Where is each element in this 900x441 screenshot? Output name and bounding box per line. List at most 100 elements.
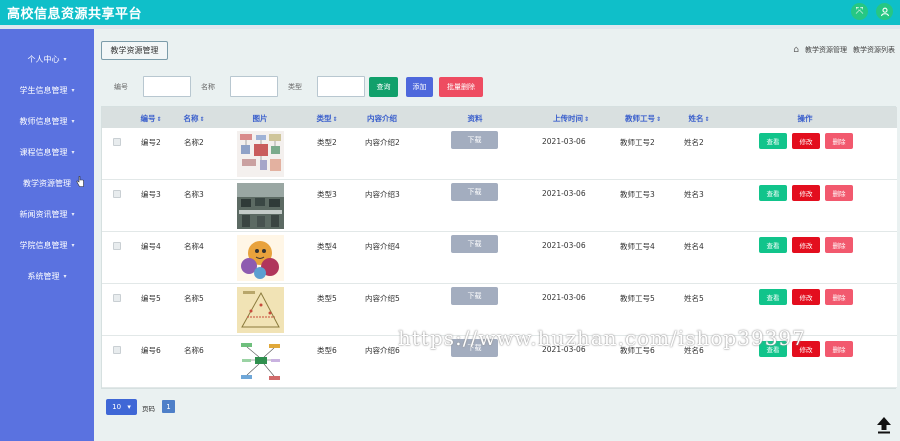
view-button[interactable]: 查看 — [759, 289, 787, 305]
resource-thumbnail[interactable] — [237, 235, 284, 281]
header-upload-time[interactable]: 上传时间⇕ — [553, 113, 589, 124]
cell-intro: 内容介绍3 — [365, 190, 400, 199]
cell-teacher-name: 姓名4 — [684, 242, 704, 251]
view-button[interactable]: 查看 — [759, 133, 787, 149]
top-bar: 高校信息资源共享平台 ⤧ — [0, 0, 900, 25]
cell-type: 类型4 — [317, 242, 337, 251]
resource-thumbnail[interactable] — [237, 131, 284, 177]
cell-teacher-no: 教师工号4 — [620, 242, 655, 251]
edit-button[interactable]: 修改 — [792, 341, 820, 357]
delete-button[interactable]: 删除 — [825, 133, 853, 149]
tab-teaching-resources[interactable]: 教学资源管理 — [101, 41, 168, 60]
add-button[interactable]: 添加 — [406, 77, 433, 97]
sidebar-item-colleges[interactable]: 学院信息管理 ▾ — [0, 235, 94, 255]
header-teacher-name[interactable]: 姓名⇕ — [688, 113, 709, 124]
download-button[interactable]: 下载 — [451, 131, 498, 149]
id-field-label: 编号 — [114, 83, 128, 91]
view-button[interactable]: 查看 — [759, 341, 787, 357]
chevron-down-icon: ▾ — [63, 272, 67, 280]
sidebar: 个人中心 ▾ 学生信息管理 ▾ 教师信息管理 ▾ 课程信息管理 ▾ 教学资源管理 新闻资… — [0, 29, 94, 441]
view-button[interactable]: 查看 — [759, 237, 787, 253]
cell-name: 名称6 — [184, 346, 204, 355]
breadcrumb-item[interactable]: 教学资源管理 — [805, 45, 847, 55]
page-number-button[interactable]: 1 — [162, 400, 175, 413]
sort-icon: ⇕ — [332, 116, 338, 123]
cell-intro: 内容介绍5 — [365, 294, 400, 303]
table-row: 编号4 名称4 类型4 内容介绍4 下载 2021-03-06 教师工号4 姓名… — [102, 232, 897, 284]
header-teacher-no[interactable]: 教师工号⇕ — [625, 113, 661, 124]
cell-upload-time: 2021-03-06 — [542, 137, 586, 146]
cell-name: 名称4 — [184, 242, 204, 251]
chevron-down-icon: ▾ — [127, 403, 131, 411]
sidebar-item-profile[interactable]: 个人中心 ▾ — [0, 49, 94, 69]
download-button[interactable]: 下载 — [451, 339, 498, 357]
sort-icon: ⇕ — [583, 116, 590, 123]
edit-button[interactable]: 修改 — [792, 289, 820, 305]
cell-teacher-name: 姓名3 — [684, 190, 704, 199]
header-actions: 操作 — [797, 114, 813, 123]
cell-upload-time: 2021-03-06 — [542, 241, 586, 250]
cell-name: 名称3 — [184, 190, 204, 199]
name-search-input[interactable] — [230, 76, 278, 97]
chevron-down-icon: ▾ — [71, 241, 75, 249]
row-checkbox[interactable] — [113, 138, 121, 146]
resource-thumbnail[interactable] — [237, 287, 284, 333]
cell-intro: 内容介绍4 — [365, 242, 400, 251]
cell-id: 编号3 — [141, 190, 161, 199]
view-button[interactable]: 查看 — [759, 185, 787, 201]
delete-button[interactable]: 删除 — [825, 185, 853, 201]
resource-thumbnail[interactable] — [237, 339, 284, 385]
edit-button[interactable]: 修改 — [792, 133, 820, 149]
row-checkbox[interactable] — [113, 242, 121, 250]
query-button[interactable]: 查询 — [369, 77, 398, 97]
table-row: 编号6 名称6 类型6 内容介绍6 下载 2021-03-06 教师工号6 姓名… — [102, 336, 897, 388]
delete-button[interactable]: 删除 — [825, 341, 853, 357]
id-search-input[interactable] — [143, 76, 191, 97]
cell-upload-time: 2021-03-06 — [542, 345, 586, 354]
sidebar-item-news[interactable]: 新闻资讯管理 ▾ — [0, 204, 94, 224]
download-button[interactable]: 下载 — [451, 287, 498, 305]
header-id[interactable]: 编号⇕ — [140, 113, 161, 124]
header-type[interactable]: 类型⇕ — [316, 113, 337, 124]
cell-name: 名称2 — [184, 138, 204, 147]
table-row: 编号3 名称3 类型3 内容介绍3 下载 2021-03-06 教师工号3 姓名… — [102, 180, 897, 232]
sidebar-item-teachers[interactable]: 教师信息管理 ▾ — [0, 111, 94, 131]
header-material: 资料 — [467, 114, 483, 123]
fullscreen-icon[interactable]: ⤧ — [851, 3, 868, 20]
edit-button[interactable]: 修改 — [792, 185, 820, 201]
name-field-label: 名称 — [201, 83, 215, 91]
app-title: 高校信息资源共享平台 — [7, 7, 143, 22]
table-header: 编号⇕ 名称⇕ 图片 类型⇕ 内容介绍 资料 上传时间⇕ 教师工号⇕ 姓名⇕ 操… — [102, 107, 897, 128]
sidebar-item-system[interactable]: 系统管理 ▾ — [0, 266, 94, 286]
main-content: 教学资源管理 ⌂ 教学资源管理 教学资源列表 编号 名称 类型 查询 添加 批量… — [94, 29, 900, 441]
breadcrumb: ⌂ 教学资源管理 教学资源列表 — [793, 45, 895, 55]
sidebar-item-students[interactable]: 学生信息管理 ▾ — [0, 80, 94, 100]
row-checkbox[interactable] — [113, 294, 121, 302]
hand-cursor-icon — [76, 176, 84, 187]
user-icon[interactable] — [876, 3, 893, 20]
sidebar-item-courses[interactable]: 课程信息管理 ▾ — [0, 142, 94, 162]
row-checkbox[interactable] — [113, 190, 121, 198]
page-label: 页码 — [142, 405, 155, 413]
download-button[interactable]: 下载 — [451, 235, 498, 253]
download-button[interactable]: 下载 — [451, 183, 498, 201]
delete-button[interactable]: 删除 — [825, 289, 853, 305]
row-checkbox[interactable] — [113, 346, 121, 354]
header-intro: 内容介绍 — [367, 114, 397, 123]
back-to-top-icon[interactable] — [876, 416, 892, 434]
resource-thumbnail[interactable] — [237, 183, 284, 229]
type-search-input[interactable] — [317, 76, 365, 97]
sort-icon: ⇕ — [704, 116, 710, 123]
cell-teacher-no: 教师工号3 — [620, 190, 655, 199]
chevron-down-icon: ▾ — [63, 55, 67, 63]
chevron-down-icon: ▾ — [71, 86, 75, 94]
batch-delete-button[interactable]: 批量删除 — [439, 77, 483, 97]
table-row: 编号2 名称2 类型2 内容介绍2 下载 2021-03-06 教师工号2 姓名… — [102, 128, 897, 180]
cell-teacher-no: 教师工号5 — [620, 294, 655, 303]
header-name[interactable]: 名称⇕ — [183, 113, 204, 124]
delete-button[interactable]: 删除 — [825, 237, 853, 253]
page-size-select[interactable]: 10 ▾ — [106, 399, 137, 415]
home-icon[interactable]: ⌂ — [793, 45, 799, 55]
chevron-down-icon: ▾ — [71, 210, 75, 218]
edit-button[interactable]: 修改 — [792, 237, 820, 253]
